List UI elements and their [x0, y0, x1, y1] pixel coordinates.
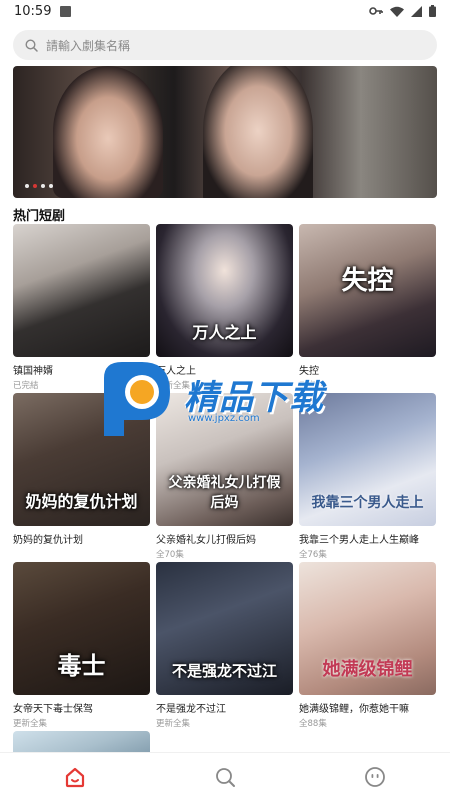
carousel-dot-active: [33, 184, 37, 188]
carousel-indicator: [25, 184, 53, 188]
drama-grid: 镇国神婿 已完結 万人之上 万人之上 更新全集 失控 失控 已完結 奶妈的复仇计…: [13, 224, 437, 731]
drama-status: 更新全集: [13, 719, 48, 729]
drama-title: 女帝天下毒士保驾: [13, 704, 93, 715]
section-title-hot-dramas: 热门短剧: [13, 209, 66, 224]
banner-image-person-left: [53, 66, 163, 198]
drama-title: 她满级锦鲤，你惹她干嘛: [299, 704, 409, 715]
banner-image-person-right: [203, 66, 313, 198]
drama-title: 奶妈的复仇计划: [13, 535, 83, 546]
drama-title: 失控: [299, 366, 319, 377]
status-icons: [369, 5, 436, 17]
search-bar[interactable]: 請輸入劇集名稱: [13, 30, 437, 60]
poster-title: 父亲婚礼女儿打假后妈: [168, 475, 281, 511]
drama-poster[interactable]: 失控: [299, 224, 436, 357]
drama-card[interactable]: 奶妈的复仇计划 奶妈的复仇计划: [13, 393, 150, 562]
status-time: 10:59: [14, 3, 52, 19]
drama-poster[interactable]: 奶妈的复仇计划: [13, 393, 150, 526]
poster-title: 我靠三个男人走上: [311, 495, 424, 511]
drama-status: 已完結: [299, 381, 325, 391]
nav-profile[interactable]: [355, 757, 395, 797]
wifi-icon: [390, 6, 404, 17]
drama-card[interactable]: 不是强龙不过江 不是强龙不过江 更新全集: [156, 562, 293, 731]
carousel-dot: [49, 184, 53, 188]
drama-poster[interactable]: 我靠三个男人走上: [299, 393, 436, 526]
profile-icon: [365, 766, 385, 787]
drama-status: 全88集: [299, 719, 327, 729]
drama-card[interactable]: 她满级锦鲤 她满级锦鲤，你惹她干嘛 全88集: [299, 562, 436, 731]
drama-title: 万人之上: [156, 366, 196, 377]
drama-title: 镇国神婿: [13, 366, 53, 377]
nav-search[interactable]: [205, 757, 245, 797]
status-bar: 10:59: [0, 0, 450, 22]
poster-title: 毒士: [57, 652, 106, 680]
drama-poster[interactable]: [13, 224, 150, 357]
carousel-dot: [41, 184, 45, 188]
drama-status: 已完結: [13, 381, 39, 391]
drama-title: 父亲婚礼女儿打假后妈: [156, 535, 256, 546]
drama-status: 全76集: [299, 550, 327, 560]
drama-poster[interactable]: 不是强龙不过江: [156, 562, 293, 695]
poster-title: 失控: [341, 266, 394, 296]
drama-title: 不是强龙不过江: [156, 704, 226, 715]
drama-status: 全70集: [156, 550, 184, 560]
poster-title: 万人之上: [192, 323, 257, 342]
poster-title: 奶妈的复仇计划: [25, 492, 138, 511]
search-icon: [216, 767, 235, 787]
drama-card-partial[interactable]: [13, 731, 150, 753]
carousel-dot: [25, 184, 29, 188]
drama-title: 我靠三个男人走上人生巅峰: [299, 535, 419, 546]
drama-card[interactable]: 万人之上 万人之上 更新全集: [156, 224, 293, 393]
key-icon: [369, 7, 383, 15]
drama-card[interactable]: 毒士 女帝天下毒士保驾 更新全集: [13, 562, 150, 731]
drama-poster[interactable]: 万人之上: [156, 224, 293, 357]
poster-title: 不是强龙不过江: [171, 662, 277, 680]
search-icon: [25, 38, 38, 52]
nav-home[interactable]: [55, 757, 95, 797]
signal-icon: [411, 5, 422, 17]
poster-title: 她满级锦鲤: [322, 659, 413, 680]
drama-card[interactable]: 父亲婚礼女儿打假后妈 父亲婚礼女儿打假后妈 全70集: [156, 393, 293, 562]
battery-icon: [429, 5, 436, 17]
drama-poster[interactable]: 毒士: [13, 562, 150, 695]
home-icon: [65, 767, 85, 787]
drama-poster[interactable]: 她满级锦鲤: [299, 562, 436, 695]
drama-status: 更新全集: [156, 719, 191, 729]
drama-card[interactable]: 镇国神婿 已完結: [13, 224, 150, 393]
drama-card[interactable]: 失控 失控 已完結: [299, 224, 436, 393]
bottom-nav: [0, 752, 450, 800]
drama-card[interactable]: 我靠三个男人走上 我靠三个男人走上人生巅峰 全76集: [299, 393, 436, 562]
banner-carousel[interactable]: [13, 66, 437, 198]
drama-status: 更新全集: [156, 381, 191, 391]
drama-poster[interactable]: 父亲婚礼女儿打假后妈: [156, 393, 293, 526]
notification-icon: [60, 5, 72, 17]
search-input[interactable]: 請輸入劇集名稱: [46, 37, 130, 54]
